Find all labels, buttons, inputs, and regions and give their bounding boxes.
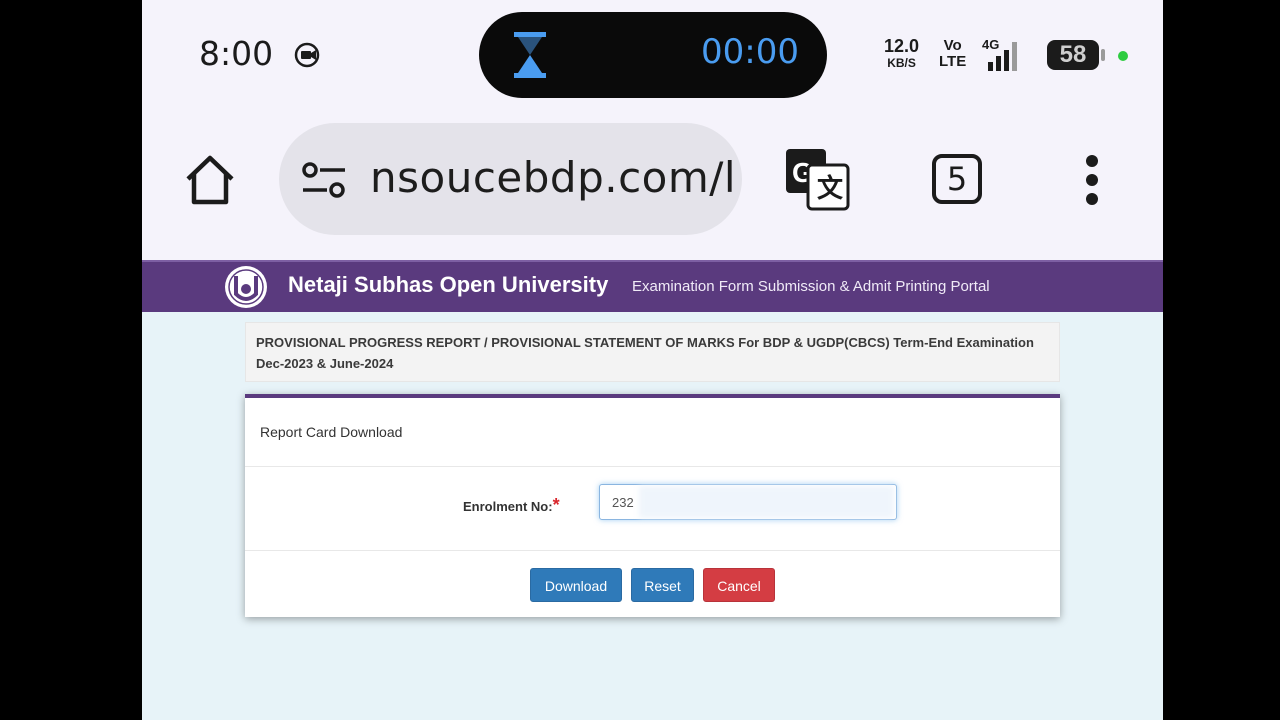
university-logo bbox=[225, 266, 267, 308]
hourglass-icon bbox=[514, 32, 546, 78]
reset-button[interactable]: Reset bbox=[631, 568, 694, 602]
required-asterisk: * bbox=[552, 495, 560, 515]
web-page: Netaji Subhas Open University Examinatio… bbox=[142, 260, 1163, 720]
site-header: Netaji Subhas Open University Examinatio… bbox=[142, 260, 1163, 312]
address-bar[interactable]: nsoucebdp.com/l bbox=[279, 123, 742, 235]
site-title: Netaji Subhas Open University bbox=[288, 272, 609, 297]
url-text: nsoucebdp.com/l bbox=[370, 153, 737, 202]
network-speed: 12.0 KB/S bbox=[884, 36, 920, 72]
translate-icon[interactable]: G 文 bbox=[784, 147, 850, 213]
volte-top: Vo bbox=[943, 37, 962, 54]
network-type: 4G bbox=[982, 37, 999, 52]
signal-icon: 4G bbox=[982, 37, 1017, 71]
divider bbox=[245, 466, 1060, 467]
network-speed-unit: KB/S bbox=[887, 56, 916, 70]
network-speed-value: 12.0 bbox=[884, 36, 920, 56]
enrolment-label-text: Enrolment No: bbox=[463, 499, 553, 514]
redacted-value-blur bbox=[639, 486, 894, 518]
timer-pill[interactable]: 00:00 bbox=[479, 12, 827, 98]
privacy-indicator-dot bbox=[1118, 51, 1128, 61]
svg-text:文: 文 bbox=[817, 173, 844, 204]
status-time: 8:00 bbox=[199, 34, 274, 73]
timer-readout: 00:00 bbox=[701, 32, 799, 72]
report-card-form: Report Card Download Enrolment No:* Down… bbox=[245, 394, 1060, 617]
card-title: Report Card Download bbox=[260, 424, 403, 440]
volte-bottom: LTE bbox=[939, 53, 967, 70]
site-subtitle: Examination Form Submission & Admit Prin… bbox=[632, 278, 990, 295]
battery-icon: 58 bbox=[1047, 40, 1105, 70]
notice-banner: PROVISIONAL PROGRESS REPORT / PROVISIONA… bbox=[245, 322, 1060, 382]
more-vert-icon[interactable] bbox=[1082, 155, 1102, 205]
tab-switcher-button[interactable]: 5 bbox=[932, 154, 982, 204]
volte-indicator: Vo LTE bbox=[939, 38, 966, 70]
enrolment-label: Enrolment No:* bbox=[463, 495, 560, 516]
screen-record-icon bbox=[294, 42, 320, 68]
download-button[interactable]: Download bbox=[530, 568, 622, 602]
home-icon[interactable] bbox=[182, 152, 238, 208]
phone-screen: 8:00 00:00 12.0 KB/S Vo LTE 4G 58 nsouce… bbox=[142, 0, 1163, 720]
site-settings-icon[interactable] bbox=[301, 161, 347, 199]
divider bbox=[245, 550, 1060, 551]
cancel-button[interactable]: Cancel bbox=[703, 568, 775, 602]
